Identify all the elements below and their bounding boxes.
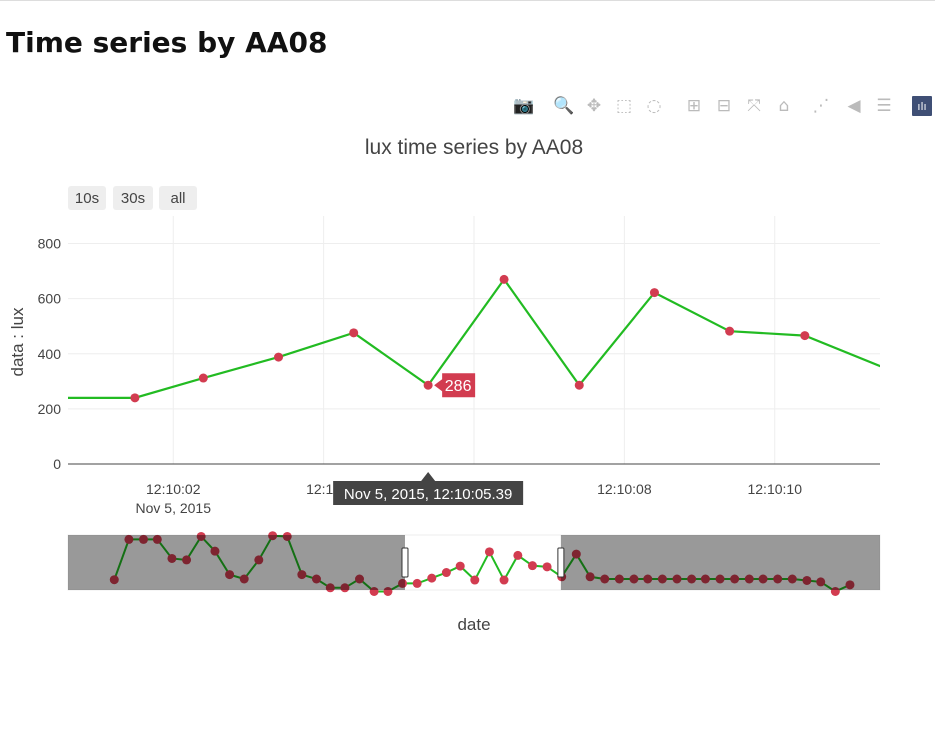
hover-layer: 286 Nov 5, 2015, 12:10:05.39 bbox=[333, 373, 524, 505]
range-slider-point bbox=[513, 550, 523, 560]
range-slider-point bbox=[542, 562, 552, 572]
y-axis-label: data : lux bbox=[8, 307, 27, 376]
hover-date-label: Nov 5, 2015, 12:10:05.39 bbox=[344, 486, 512, 503]
range-slider-point bbox=[441, 568, 451, 578]
data-point bbox=[574, 380, 584, 390]
data-point bbox=[649, 288, 659, 298]
y-tick-label: 200 bbox=[38, 401, 62, 417]
data-point bbox=[499, 274, 509, 284]
x-axis-label: date bbox=[457, 615, 490, 634]
x-tick-label: 12:10:02 bbox=[146, 481, 201, 497]
range-slider-point bbox=[470, 575, 480, 585]
range-slider-point bbox=[412, 578, 422, 588]
range-slider bbox=[67, 531, 881, 596]
x-tick-label: 12:10:10 bbox=[747, 481, 802, 497]
data-point bbox=[423, 380, 433, 390]
chart: 020040060080012:10:02Nov 5, 201512:10 12:… bbox=[8, 136, 881, 634]
range-slider-point bbox=[527, 561, 537, 571]
data-point bbox=[130, 393, 140, 403]
y-tick-label: 400 bbox=[38, 346, 62, 362]
range-slider-point bbox=[427, 573, 437, 583]
plot-area bbox=[68, 274, 880, 403]
data-point bbox=[198, 373, 208, 383]
range-slider-point bbox=[484, 547, 494, 557]
grid bbox=[68, 216, 880, 464]
data-point bbox=[349, 328, 359, 338]
y-tick-label: 0 bbox=[53, 456, 61, 472]
x-tick-sublabel: Nov 5, 2015 bbox=[136, 500, 212, 516]
series-group bbox=[68, 274, 880, 403]
range-slider-point bbox=[499, 575, 509, 585]
x-tick-label: 12:10:08 bbox=[597, 481, 652, 497]
data-point bbox=[800, 331, 810, 341]
range-slider-handle-right[interactable] bbox=[557, 547, 565, 578]
series-line bbox=[68, 277, 880, 399]
hover-value-label: 286 bbox=[445, 378, 472, 395]
range-slider-mask-left bbox=[68, 535, 405, 590]
data-point bbox=[725, 326, 735, 336]
data-point bbox=[274, 352, 284, 362]
chart-title: lux time series by AA08 bbox=[365, 136, 583, 159]
range-slider-mask-right bbox=[560, 535, 880, 590]
y-tick-label: 800 bbox=[38, 236, 62, 252]
range-slider-point bbox=[455, 561, 465, 571]
y-tick-label: 600 bbox=[38, 291, 62, 307]
range-slider-handle-left[interactable] bbox=[401, 547, 409, 578]
